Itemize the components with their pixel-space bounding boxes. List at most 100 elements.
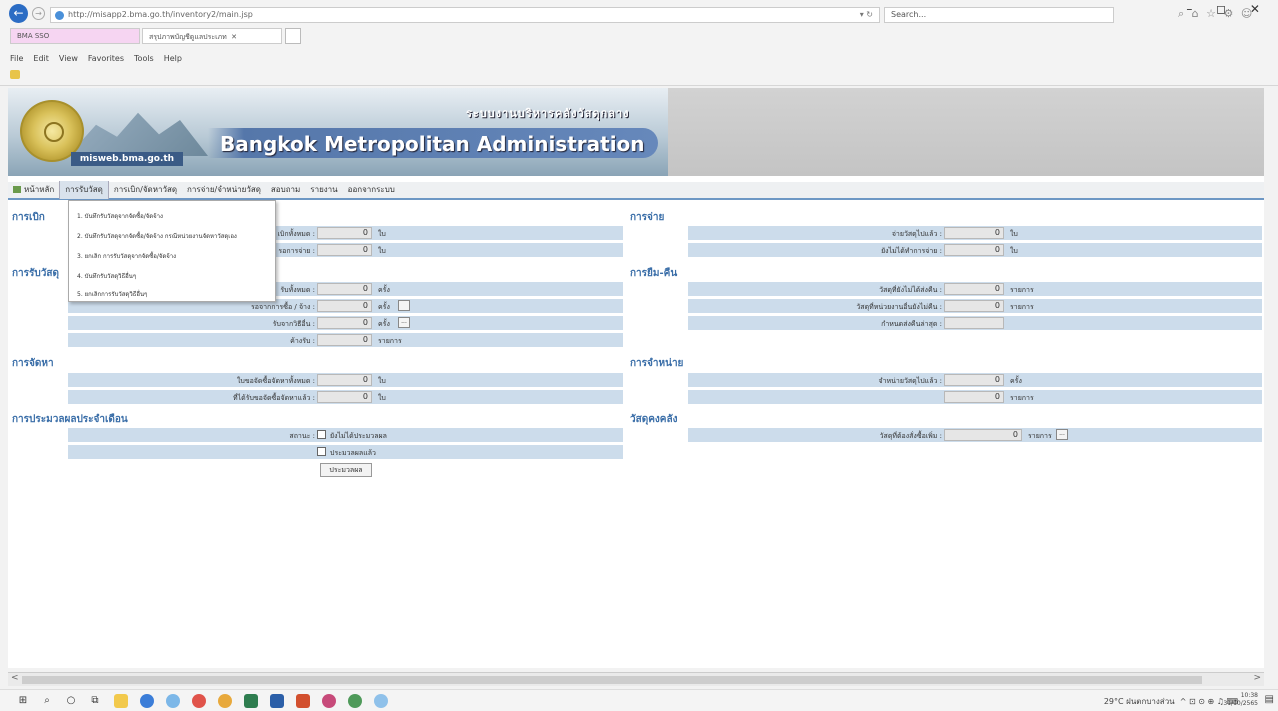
window-controls[interactable]: – ◻ ✕ bbox=[1186, 2, 1270, 16]
payout-row-done: จ่ายวัสดุไปแล้ว : 0 ใบ bbox=[688, 226, 1262, 240]
tab-inventory[interactable]: สรุปภาพบัญชีดูแลประเภท ✕ bbox=[142, 28, 282, 44]
field-unit: รายการ bbox=[1010, 394, 1034, 402]
dropdown-item-cancel-purchase[interactable]: 3. ยกเลิก การรับวัสดุจากจัดซื้อ/จัดจ้าง bbox=[77, 251, 176, 261]
scroll-right-icon[interactable]: > bbox=[1253, 673, 1261, 683]
firefox-icon[interactable] bbox=[218, 694, 232, 708]
menu-view[interactable]: View bbox=[59, 54, 78, 63]
field-value: 0 bbox=[317, 374, 372, 386]
menu-file[interactable]: File bbox=[10, 54, 23, 63]
home-icon bbox=[13, 186, 21, 193]
field-value: 0 bbox=[944, 391, 1004, 403]
system-tray[interactable]: 29°C ฝนตกบางส่วน ^ ⊡ ⊙ ⊕ ♫ ⌨ bbox=[1104, 695, 1238, 708]
nav-inquiry[interactable]: สอบถาม bbox=[266, 181, 305, 199]
clock[interactable]: 10:38 31/10/2565 bbox=[1223, 692, 1258, 708]
status-label: สถานะ : bbox=[289, 432, 315, 440]
nav-logout[interactable]: ออกจากระบบ bbox=[343, 181, 400, 199]
browser-menubar: File Edit View Favorites Tools Help bbox=[10, 54, 182, 63]
new-tab-button[interactable] bbox=[285, 28, 301, 44]
notification-icon[interactable]: ▤ bbox=[1265, 694, 1274, 705]
menu-favorites[interactable]: Favorites bbox=[88, 54, 124, 63]
address-bar[interactable]: http://misapp2.bma.go.th/inventory2/main… bbox=[50, 7, 880, 23]
field-value bbox=[944, 317, 1004, 329]
not-processed-checkbox[interactable] bbox=[317, 430, 326, 439]
borrow-row-not-returned: วัสดุที่ยังไม่ได้ส่งคืน : 0 รายการ bbox=[688, 282, 1262, 296]
detail-button[interactable]: ... bbox=[1056, 429, 1068, 440]
payout-row-pending: ยังไม่ได้ทำการจ่าย : 0 ใบ bbox=[688, 243, 1262, 257]
search-icon[interactable]: ⌕ bbox=[40, 694, 54, 708]
page-title: Bangkok Metropolitan Administration bbox=[220, 132, 645, 156]
scroll-left-icon[interactable]: < bbox=[11, 673, 19, 683]
back-button[interactable]: ← bbox=[9, 4, 28, 23]
powerpoint-icon[interactable] bbox=[296, 694, 310, 708]
procure-row-total: ใบขอจัดซื้อจัดหาทั้งหมด : 0 ใบ bbox=[68, 373, 623, 387]
favorites-bar-icon[interactable] bbox=[10, 70, 20, 79]
field-unit: รายการ bbox=[378, 337, 402, 345]
field-value: 0 bbox=[317, 244, 372, 256]
start-icon[interactable]: ⊞ bbox=[16, 694, 30, 708]
process-button[interactable]: ประมวลผล bbox=[320, 463, 372, 477]
tab-label: BMA SSO bbox=[17, 32, 50, 40]
dispose-row-times: จำหน่ายวัสดุไปแล้ว : 0 ครั้ง bbox=[688, 373, 1262, 387]
nav-payout-dispose[interactable]: การจ่าย/จำหน่ายวัสดุ bbox=[182, 181, 266, 199]
tab-bma-sso[interactable]: BMA SSO bbox=[10, 28, 140, 44]
borrow-row-other-unit: วัสดุที่หน่วยงานอื่นยังไม่คืน : 0 รายการ bbox=[688, 299, 1262, 313]
field-label: จ่ายวัสดุไปแล้ว : bbox=[891, 230, 942, 238]
header-banner: ระบบงานบริหารคลังวัสดุกลาง Bangkok Metro… bbox=[8, 88, 1264, 176]
browser-icon[interactable] bbox=[374, 694, 388, 708]
word-icon[interactable] bbox=[270, 694, 284, 708]
field-value: 0 bbox=[317, 391, 372, 403]
receive-row-outstanding: ค้างรับ : 0 รายการ bbox=[68, 333, 623, 347]
field-label: วัสดุที่ยังไม่ได้ส่งคืน : bbox=[879, 286, 942, 294]
menu-help[interactable]: Help bbox=[164, 54, 182, 63]
detail-button[interactable] bbox=[398, 300, 410, 311]
site-favicon-icon bbox=[55, 11, 64, 20]
windows-taskbar: ⊞ ⌕ ○ ⧉ 29°C ฝนตกบางส่วน ^ ⊡ ⊙ ⊕ ♫ ⌨ 10:… bbox=[0, 689, 1278, 711]
site-domain: misweb.bma.go.th bbox=[71, 152, 183, 166]
address-url[interactable]: http://misapp2.bma.go.th/inventory2/main… bbox=[68, 10, 253, 19]
field-value: 0 bbox=[317, 317, 372, 329]
field-unit: รายการ bbox=[1028, 432, 1052, 440]
dropdown-item-record-self-procure[interactable]: 2. บันทึกรับวัสดุจากจัดซื้อ/จัดจ้าง กรณี… bbox=[77, 231, 237, 241]
temple-silhouette bbox=[68, 112, 208, 156]
excel-icon[interactable] bbox=[244, 694, 258, 708]
dispose-row-items: 0 รายการ bbox=[688, 390, 1262, 404]
menu-edit[interactable]: Edit bbox=[33, 54, 49, 63]
field-label: วัสดุที่หน่วยงานอื่นยังไม่คืน : bbox=[856, 303, 942, 311]
chrome-icon[interactable] bbox=[192, 694, 206, 708]
field-unit: ใบ bbox=[1010, 230, 1018, 238]
task-view-icon[interactable]: ⧉ bbox=[88, 694, 102, 708]
field-unit: ใบ bbox=[378, 394, 386, 402]
receive-dropdown-menu: 1. บันทึกรับวัสดุจากจัดซื้อ/จัดจ้าง 2. บ… bbox=[68, 200, 276, 302]
clock-time: 10:38 bbox=[1240, 692, 1258, 699]
file-explorer-icon[interactable] bbox=[114, 694, 128, 708]
ie-icon[interactable] bbox=[166, 694, 180, 708]
media-icon[interactable] bbox=[322, 694, 336, 708]
refresh-icon[interactable]: ▾ ↻ bbox=[860, 10, 873, 19]
cortana-icon[interactable]: ○ bbox=[64, 694, 78, 708]
settings-icon[interactable] bbox=[348, 694, 362, 708]
nav-report[interactable]: รายงาน bbox=[305, 181, 342, 199]
field-unit: ใบ bbox=[378, 377, 386, 385]
processed-checkbox[interactable] bbox=[317, 447, 326, 456]
dropdown-item-record-other[interactable]: 4. บันทึกรับวัสดุวิธีอื่นๆ bbox=[77, 271, 136, 281]
menu-tools[interactable]: Tools bbox=[134, 54, 154, 63]
nav-home[interactable]: หน้าหลัก bbox=[8, 181, 59, 199]
field-unit: รายการ bbox=[1010, 286, 1034, 294]
edge-icon[interactable] bbox=[140, 694, 154, 708]
dropdown-item-record-purchase[interactable]: 1. บันทึกรับวัสดุจากจัดซื้อ/จัดจ้าง bbox=[77, 211, 163, 221]
dropdown-item-cancel-other[interactable]: 5. ยกเลิกการรับวัสดุวิธีอื่นๆ bbox=[77, 289, 147, 299]
forward-button[interactable]: → bbox=[32, 7, 45, 20]
nav-label: หน้าหลัก bbox=[24, 185, 55, 194]
detail-button[interactable]: ... bbox=[398, 317, 410, 328]
search-placeholder: Search... bbox=[891, 10, 927, 19]
nav-withdraw-procure[interactable]: การเบิก/จัดหาวัสดุ bbox=[109, 181, 182, 199]
nav-receive[interactable]: การรับวัสดุ bbox=[59, 181, 109, 199]
scroll-thumb[interactable] bbox=[22, 676, 1202, 684]
page-content: ระบบงานบริหารคลังวัสดุกลาง Bangkok Metro… bbox=[8, 88, 1264, 668]
section-title-borrow: การยืม-คืน bbox=[630, 268, 678, 279]
clock-date: 31/10/2565 bbox=[1223, 700, 1258, 707]
weather-text[interactable]: 29°C ฝนตกบางส่วน bbox=[1104, 697, 1175, 706]
horizontal-scrollbar[interactable]: < > bbox=[8, 672, 1264, 686]
search-input[interactable]: Search... bbox=[884, 7, 1114, 23]
field-label: กำหนดส่งคืนล่าสุด : bbox=[881, 320, 942, 328]
